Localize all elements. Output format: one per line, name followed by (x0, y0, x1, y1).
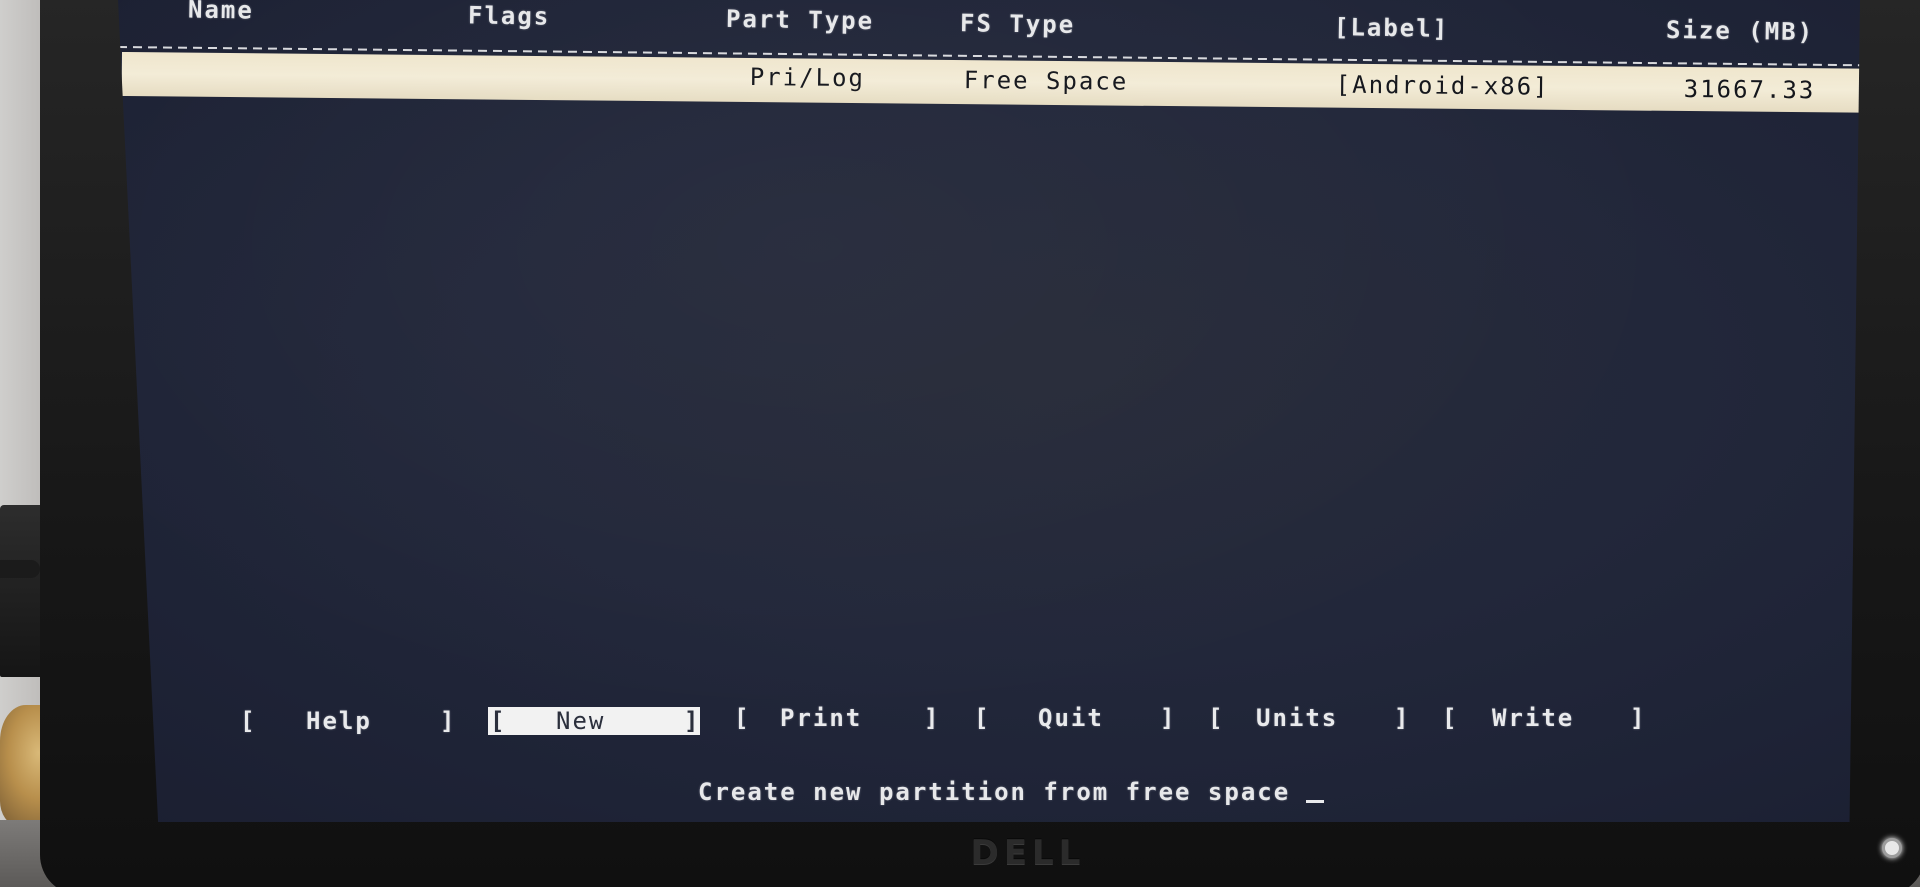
menu-write-label: Write (1492, 704, 1575, 732)
bracket-close: ] (924, 704, 941, 732)
bracket-open: [ (1208, 704, 1225, 732)
menu-quit-label: Quit (1038, 704, 1104, 732)
column-header-size: Size (MB) (1665, 15, 1815, 47)
column-header-part-type: Part Type (725, 4, 875, 36)
bracket-open: [ (1442, 704, 1459, 732)
bracket-close: ] (684, 707, 701, 735)
status-line: Create new partition from free space (698, 778, 1291, 806)
column-header-flags: Flags (467, 1, 551, 31)
bracket-open: [ (490, 707, 507, 735)
screen-glare (118, 0, 1860, 822)
photo-scene: DELL Name Flags Part Type FS Type [Label… (0, 0, 1920, 887)
bracket-open: [ (734, 704, 751, 732)
text-cursor (1306, 800, 1324, 803)
menu-print-label: Print (780, 704, 863, 732)
menu-new-label: New (556, 707, 606, 735)
cfdisk-screen: Name Flags Part Type FS Type [Label] Siz… (118, 0, 1860, 822)
monitor-brand-logo: DELL (970, 833, 1086, 873)
menu-write-button[interactable]: [ Write ] (1442, 704, 1658, 736)
bracket-open: [ (974, 704, 991, 732)
bracket-close: ] (1160, 704, 1177, 732)
cable (0, 560, 40, 578)
menu-units-label: Units (1256, 704, 1339, 732)
menu-print-button[interactable]: [ Print ] (734, 704, 950, 736)
bracket-open: [ (240, 707, 257, 735)
bracket-close: ] (1394, 704, 1411, 732)
cell-part-type: Pri/Log (749, 63, 866, 93)
menu-new-button[interactable]: [ New ] (488, 707, 700, 735)
menu-quit-button[interactable]: [ Quit ] (974, 704, 1190, 736)
cell-label: [Android-x86] (1335, 70, 1550, 101)
menu-help-label: Help (306, 707, 372, 735)
menu-units-button[interactable]: [ Units ] (1208, 704, 1424, 736)
column-header-label: [Label] (1333, 13, 1450, 43)
bracket-close: ] (1630, 704, 1647, 732)
cell-fs-type: Free Space (963, 66, 1129, 96)
cell-size: 31667.33 (1683, 74, 1816, 105)
column-header-fs-type: FS Type (959, 9, 1076, 39)
menu-help-button[interactable]: [ Help ] (240, 707, 456, 739)
column-header-name: Name (187, 0, 255, 25)
bracket-close: ] (440, 707, 457, 735)
power-button[interactable] (1882, 838, 1902, 858)
